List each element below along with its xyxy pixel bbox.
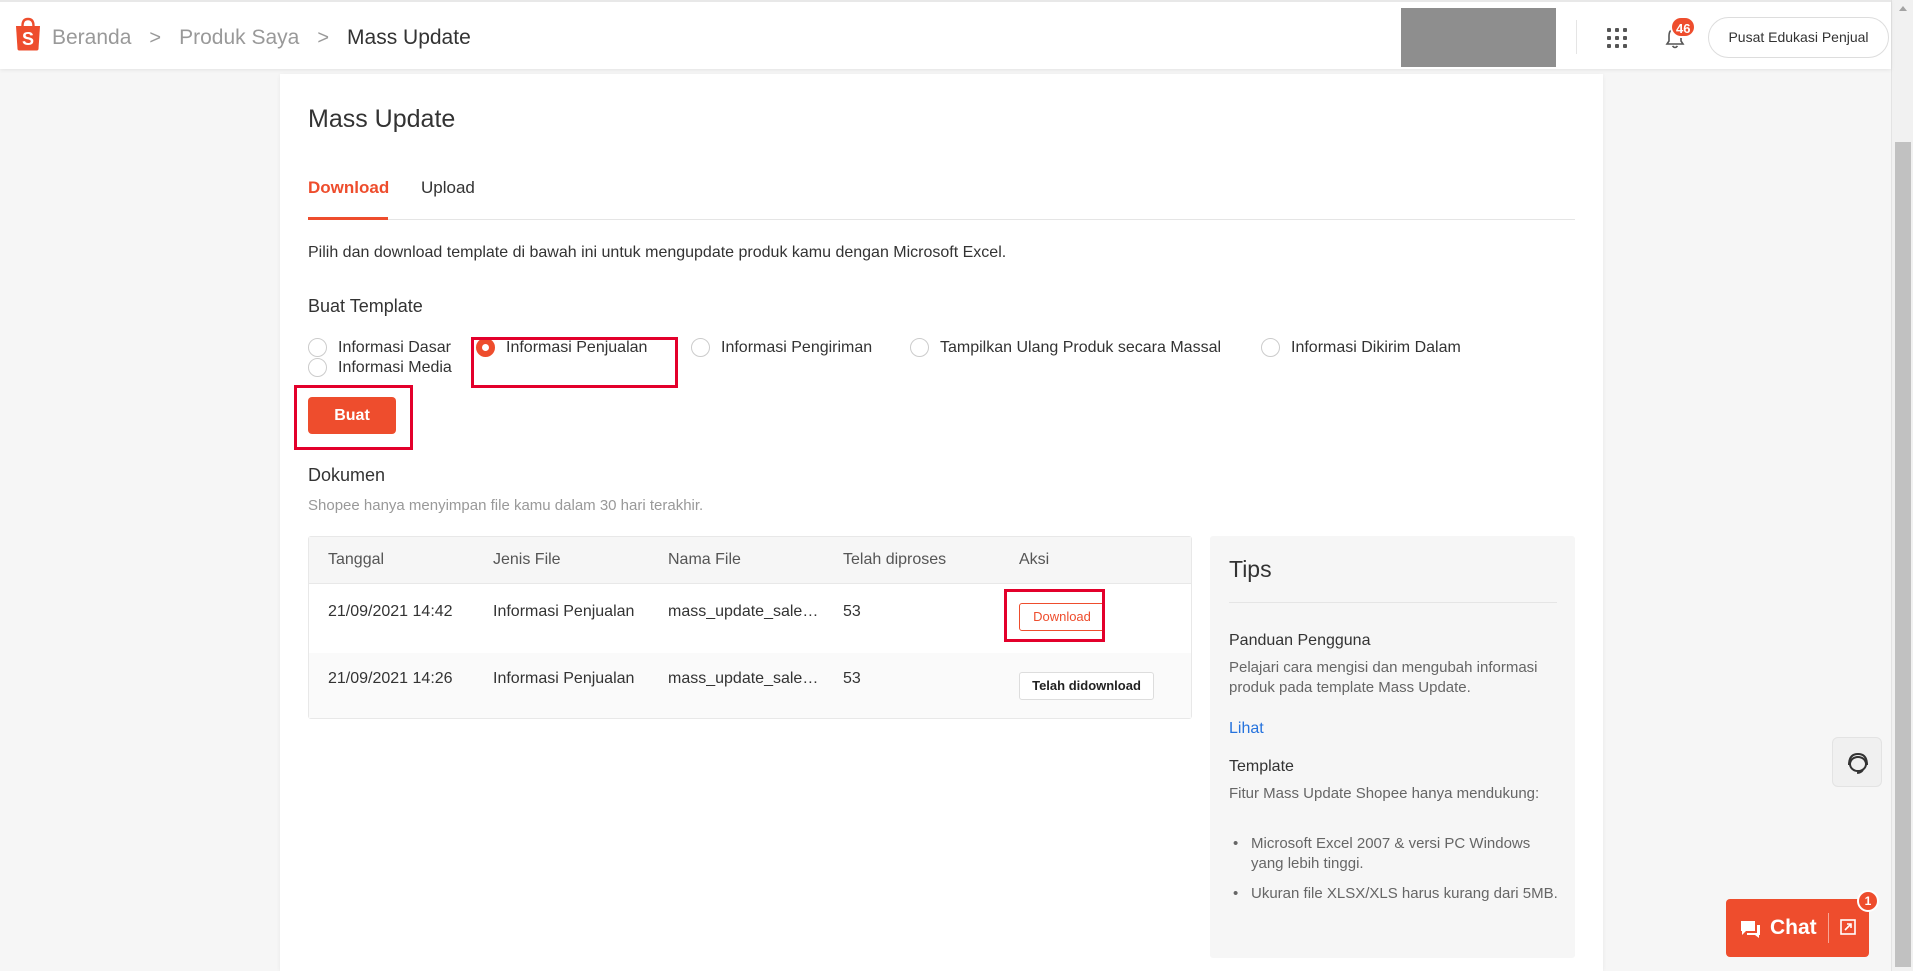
radio-label: Informasi Media	[338, 358, 452, 376]
column-header: Jenis File	[493, 551, 561, 568]
radio-label: Informasi Dasar	[338, 338, 451, 356]
highlight-box	[471, 337, 678, 388]
shopee-logo-icon[interactable]: S	[13, 17, 43, 51]
cell-type: Informasi Penjualan	[493, 670, 635, 687]
page-scrollbar[interactable]	[1891, 0, 1913, 971]
column-header: Aksi	[1019, 551, 1050, 568]
notification-badge: 46	[1670, 16, 1697, 38]
cell-processed: 53	[843, 670, 861, 687]
radio-label: Informasi Dikirim Dalam	[1291, 338, 1461, 356]
radio-button[interactable]	[308, 358, 327, 377]
page-description: Pilih dan download template di bawah ini…	[308, 244, 1007, 261]
tips-panel: Tips Panduan Pengguna Pelajari cara meng…	[1210, 536, 1575, 958]
mass-update-card: Mass Update Download Upload Pilih dan do…	[280, 74, 1603, 971]
chat-button[interactable]: Chat	[1726, 899, 1869, 957]
tab-upload[interactable]: Upload	[421, 172, 475, 220]
breadcrumb-current: Mass Update	[347, 26, 471, 49]
cell-file-name: mass_update_sale…	[668, 603, 819, 620]
page-title: Mass Update	[308, 105, 456, 133]
highlight-box	[1004, 589, 1105, 642]
column-header: Telah diproses	[843, 551, 947, 568]
top-bar: S Beranda > Produk Saya > Mass Update 46…	[0, 0, 1891, 69]
divider	[1229, 602, 1557, 603]
tips-list-item: Microsoft Excel 2007 & versi PC Windows …	[1229, 834, 1559, 874]
expand-icon[interactable]	[1838, 917, 1858, 937]
cell-processed: 53	[843, 603, 861, 620]
tab-bar: Download Upload	[308, 172, 1575, 220]
svg-text:S: S	[22, 29, 34, 49]
template-section-title: Buat Template	[308, 296, 423, 316]
chevron-right-icon: >	[317, 26, 330, 49]
chat-badge: 1	[1857, 890, 1879, 912]
apps-grid-icon[interactable]	[1607, 28, 1627, 48]
radio-informasi-dikirim-dalam[interactable]: Informasi Dikirim Dalam	[1261, 338, 1461, 357]
radio-button[interactable]	[691, 338, 710, 357]
chat-bubble-icon	[1741, 921, 1760, 938]
tab-download[interactable]: Download	[308, 172, 389, 220]
chevron-right-icon: >	[149, 26, 162, 49]
divider	[1828, 913, 1829, 943]
downloaded-button[interactable]: Telah didownload	[1019, 672, 1154, 700]
seller-education-button[interactable]: Pusat Edukasi Penjual	[1708, 17, 1889, 58]
breadcrumb-home[interactable]: Beranda	[52, 26, 131, 50]
radio-informasi-pengiriman[interactable]: Informasi Pengiriman	[691, 338, 872, 357]
tips-list-item: Ukuran file XLSX/XLS harus kurang dari 5…	[1229, 884, 1559, 904]
radio-informasi-media[interactable]: Informasi Media	[308, 358, 452, 377]
radio-button[interactable]	[308, 338, 327, 357]
chat-label: Chat	[1770, 916, 1817, 939]
scroll-up-arrow-icon[interactable]	[1899, 6, 1907, 11]
breadcrumb: Beranda > Produk Saya > Mass Update	[52, 26, 471, 50]
guide-text: Pelajari cara mengisi dan mengubah infor…	[1229, 659, 1538, 696]
cell-date: 21/09/2021 14:42	[328, 603, 453, 620]
radio-button[interactable]	[1261, 338, 1280, 357]
column-header: Tanggal	[328, 551, 385, 568]
radio-button[interactable]	[910, 338, 929, 357]
template-tips-title: Template	[1229, 758, 1294, 775]
cell-file-name: mass_update_sale…	[668, 670, 819, 687]
highlight-box	[294, 385, 413, 450]
cell-type: Informasi Penjualan	[493, 603, 635, 620]
cell-date: 21/09/2021 14:26	[328, 670, 453, 687]
radio-tampilkan-ulang[interactable]: Tampilkan Ulang Produk secara Massal	[910, 338, 1221, 357]
documents-note: Shopee hanya menyimpan file kamu dalam 3…	[308, 497, 704, 514]
documents-title: Dokumen	[308, 465, 386, 485]
redacted-shop-area	[1401, 8, 1556, 67]
headset-icon	[1848, 752, 1868, 774]
radio-informasi-dasar[interactable]: Informasi Dasar	[308, 338, 451, 357]
documents-table: Tanggal Jenis File Nama File Telah dipro…	[308, 536, 1192, 719]
radio-label: Tampilkan Ulang Produk secara Massal	[940, 338, 1222, 356]
guide-link[interactable]: Lihat	[1229, 720, 1264, 738]
support-button[interactable]	[1832, 737, 1882, 787]
scroll-thumb[interactable]	[1895, 142, 1911, 967]
table-header: Tanggal Jenis File Nama File Telah dipro…	[309, 537, 1191, 584]
divider	[1576, 20, 1577, 54]
tips-list: Microsoft Excel 2007 & versi PC Windows …	[1229, 834, 1559, 904]
radio-label: Informasi Pengiriman	[721, 338, 873, 356]
breadcrumb-products[interactable]: Produk Saya	[179, 26, 299, 50]
tips-title: Tips	[1229, 556, 1272, 582]
guide-title: Panduan Pengguna	[1229, 632, 1371, 649]
column-header: Nama File	[668, 551, 741, 568]
template-tips-text: Fitur Mass Update Shopee hanya mendukung…	[1229, 785, 1540, 802]
